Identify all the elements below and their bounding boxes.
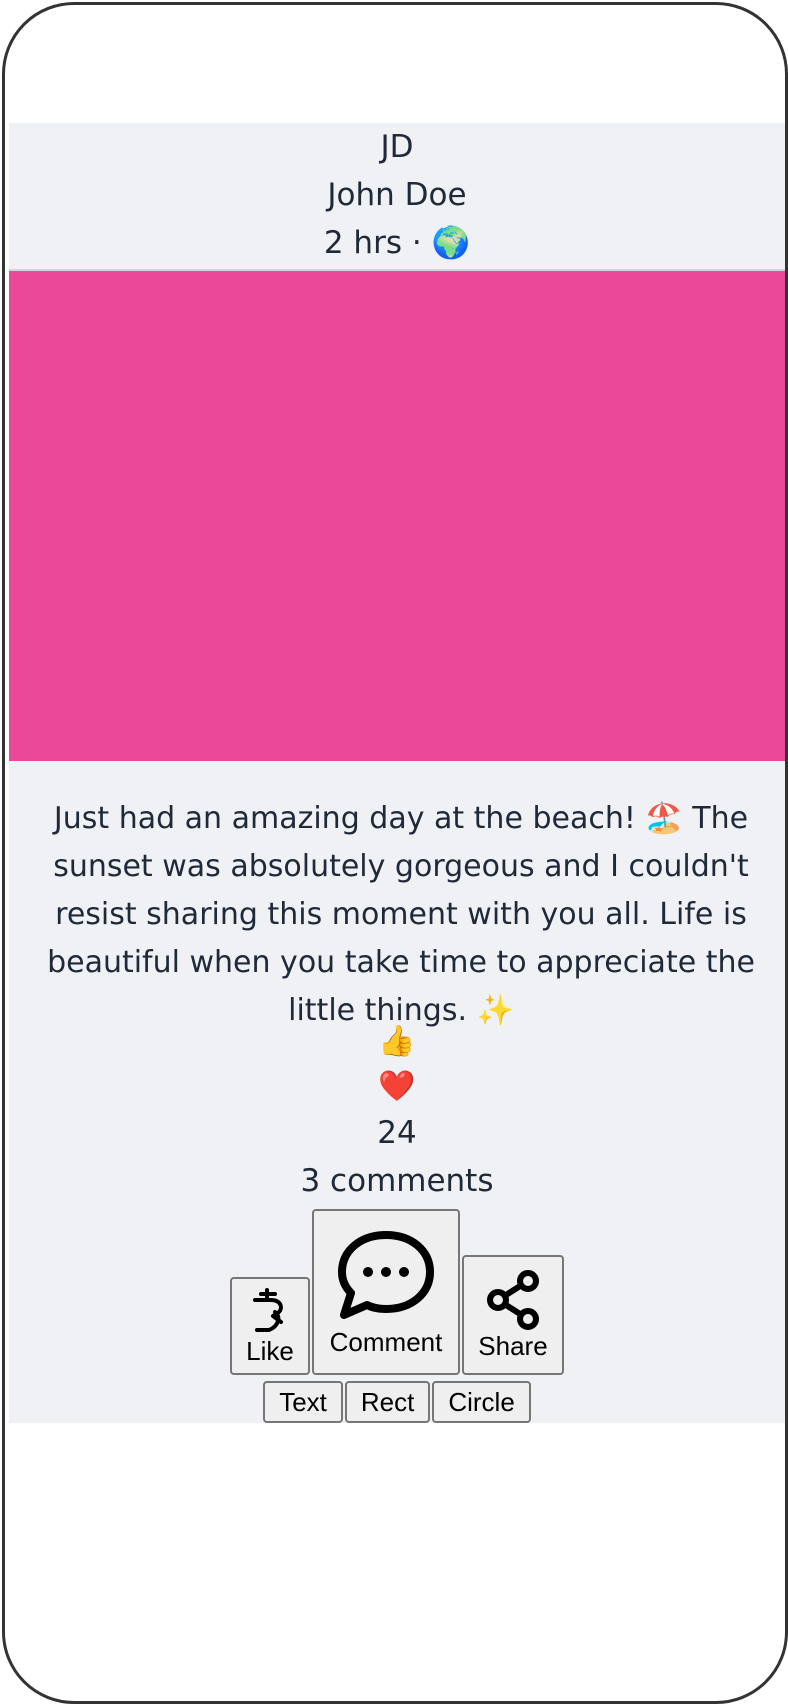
circle-button[interactable]: Circle (432, 1381, 531, 1423)
shape-toolbar: Text Rect Circle (9, 1381, 785, 1423)
post-meta: 2 hrs · 🌍 (9, 219, 785, 267)
like-label: Like (246, 1336, 294, 1366)
comment-button[interactable]: Comment (312, 1209, 460, 1375)
share-nodes-icon (487, 1270, 539, 1330)
post-text: Just had an amazing day at the beach! 🏖️… (47, 801, 755, 1028)
globe-icon: 🌍 (431, 225, 471, 261)
speech-bubble-icon (338, 1231, 434, 1319)
reaction-count: 24 (377, 1115, 417, 1151)
text-button[interactable]: Text (263, 1381, 343, 1423)
comment-label: Comment (329, 1327, 443, 1357)
heart-icon: ❤️ (378, 1069, 416, 1104)
avatar: JD (380, 129, 414, 165)
post-card: JD John Doe 2 hrs · 🌍 Just had an amazin… (9, 123, 785, 1423)
post-time: 2 hrs (323, 225, 402, 261)
action-bar: Like Comment Share (9, 1209, 785, 1379)
phone-frame: JD John Doe 2 hrs · 🌍 Just had an amazin… (2, 2, 788, 1704)
share-button[interactable]: Share (462, 1255, 564, 1375)
meta-separator: · (411, 225, 422, 261)
like-button[interactable]: Like (230, 1277, 310, 1375)
post-image[interactable] (9, 271, 785, 761)
comment-count[interactable]: 3 comments (9, 1157, 785, 1205)
author-name[interactable]: John Doe (9, 171, 785, 219)
reactions-summary[interactable]: 👍 ❤️ 24 3 comments (9, 1019, 785, 1205)
rect-button[interactable]: Rect (344, 1381, 431, 1423)
hand-pointer-icon (253, 1288, 283, 1332)
share-label: Share (478, 1331, 548, 1361)
thumbs-up-icon: 👍 (378, 1024, 416, 1059)
